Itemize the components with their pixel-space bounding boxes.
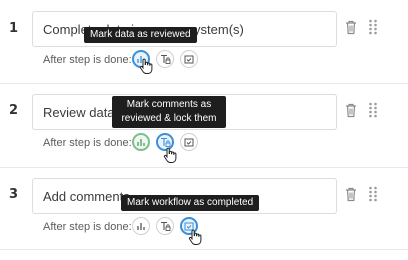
- drag-handle-icon[interactable]: [368, 102, 378, 118]
- mark-comments-reviewed-button[interactable]: [156, 50, 174, 68]
- mark-comments-reviewed-button[interactable]: [156, 217, 174, 235]
- step-text: Review data: [43, 105, 115, 120]
- after-step-label: After step is done:: [43, 137, 132, 149]
- step-number: 1: [9, 21, 19, 36]
- mark-data-reviewed-button[interactable]: [132, 217, 150, 235]
- step-row: 1 Complete data in source system(s) Afte…: [0, 0, 408, 84]
- trash-icon[interactable]: [345, 20, 357, 35]
- trash-icon[interactable]: [345, 103, 357, 118]
- bar-chart-icon: [137, 139, 145, 146]
- drag-handle-icon[interactable]: [368, 186, 378, 202]
- pointer-cursor-icon: [139, 58, 153, 74]
- lock-comment-icon: [160, 137, 170, 147]
- bar-chart-icon: [137, 223, 145, 230]
- mark-data-reviewed-button[interactable]: [132, 133, 150, 151]
- tooltip: Mark workflow as completed: [121, 195, 260, 211]
- trash-icon[interactable]: [345, 187, 357, 202]
- pointer-cursor-icon: [188, 229, 202, 245]
- tooltip-text: Mark comments as reviewed & lock them: [121, 99, 217, 124]
- after-step-label: After step is done:: [43, 54, 132, 66]
- pointer-cursor-icon: [163, 147, 177, 163]
- workflow-steps-list: 1 Complete data in source system(s) Afte…: [0, 0, 408, 260]
- step-number: 2: [9, 103, 19, 118]
- tooltip: Mark comments as reviewed & lock them: [112, 96, 226, 128]
- mark-workflow-completed-button[interactable]: [180, 133, 198, 151]
- lock-comment-icon: [160, 54, 170, 64]
- step-text: Add comments: [43, 189, 130, 204]
- drag-handle-icon[interactable]: [368, 19, 378, 35]
- after-step-label: After step is done:: [43, 221, 132, 233]
- calendar-check-icon: [184, 138, 194, 147]
- tooltip: Mark data as reviewed: [84, 27, 197, 43]
- mark-workflow-completed-button[interactable]: [180, 50, 198, 68]
- lock-comment-icon: [160, 221, 170, 231]
- step-number: 3: [9, 187, 19, 202]
- calendar-check-icon: [184, 55, 194, 64]
